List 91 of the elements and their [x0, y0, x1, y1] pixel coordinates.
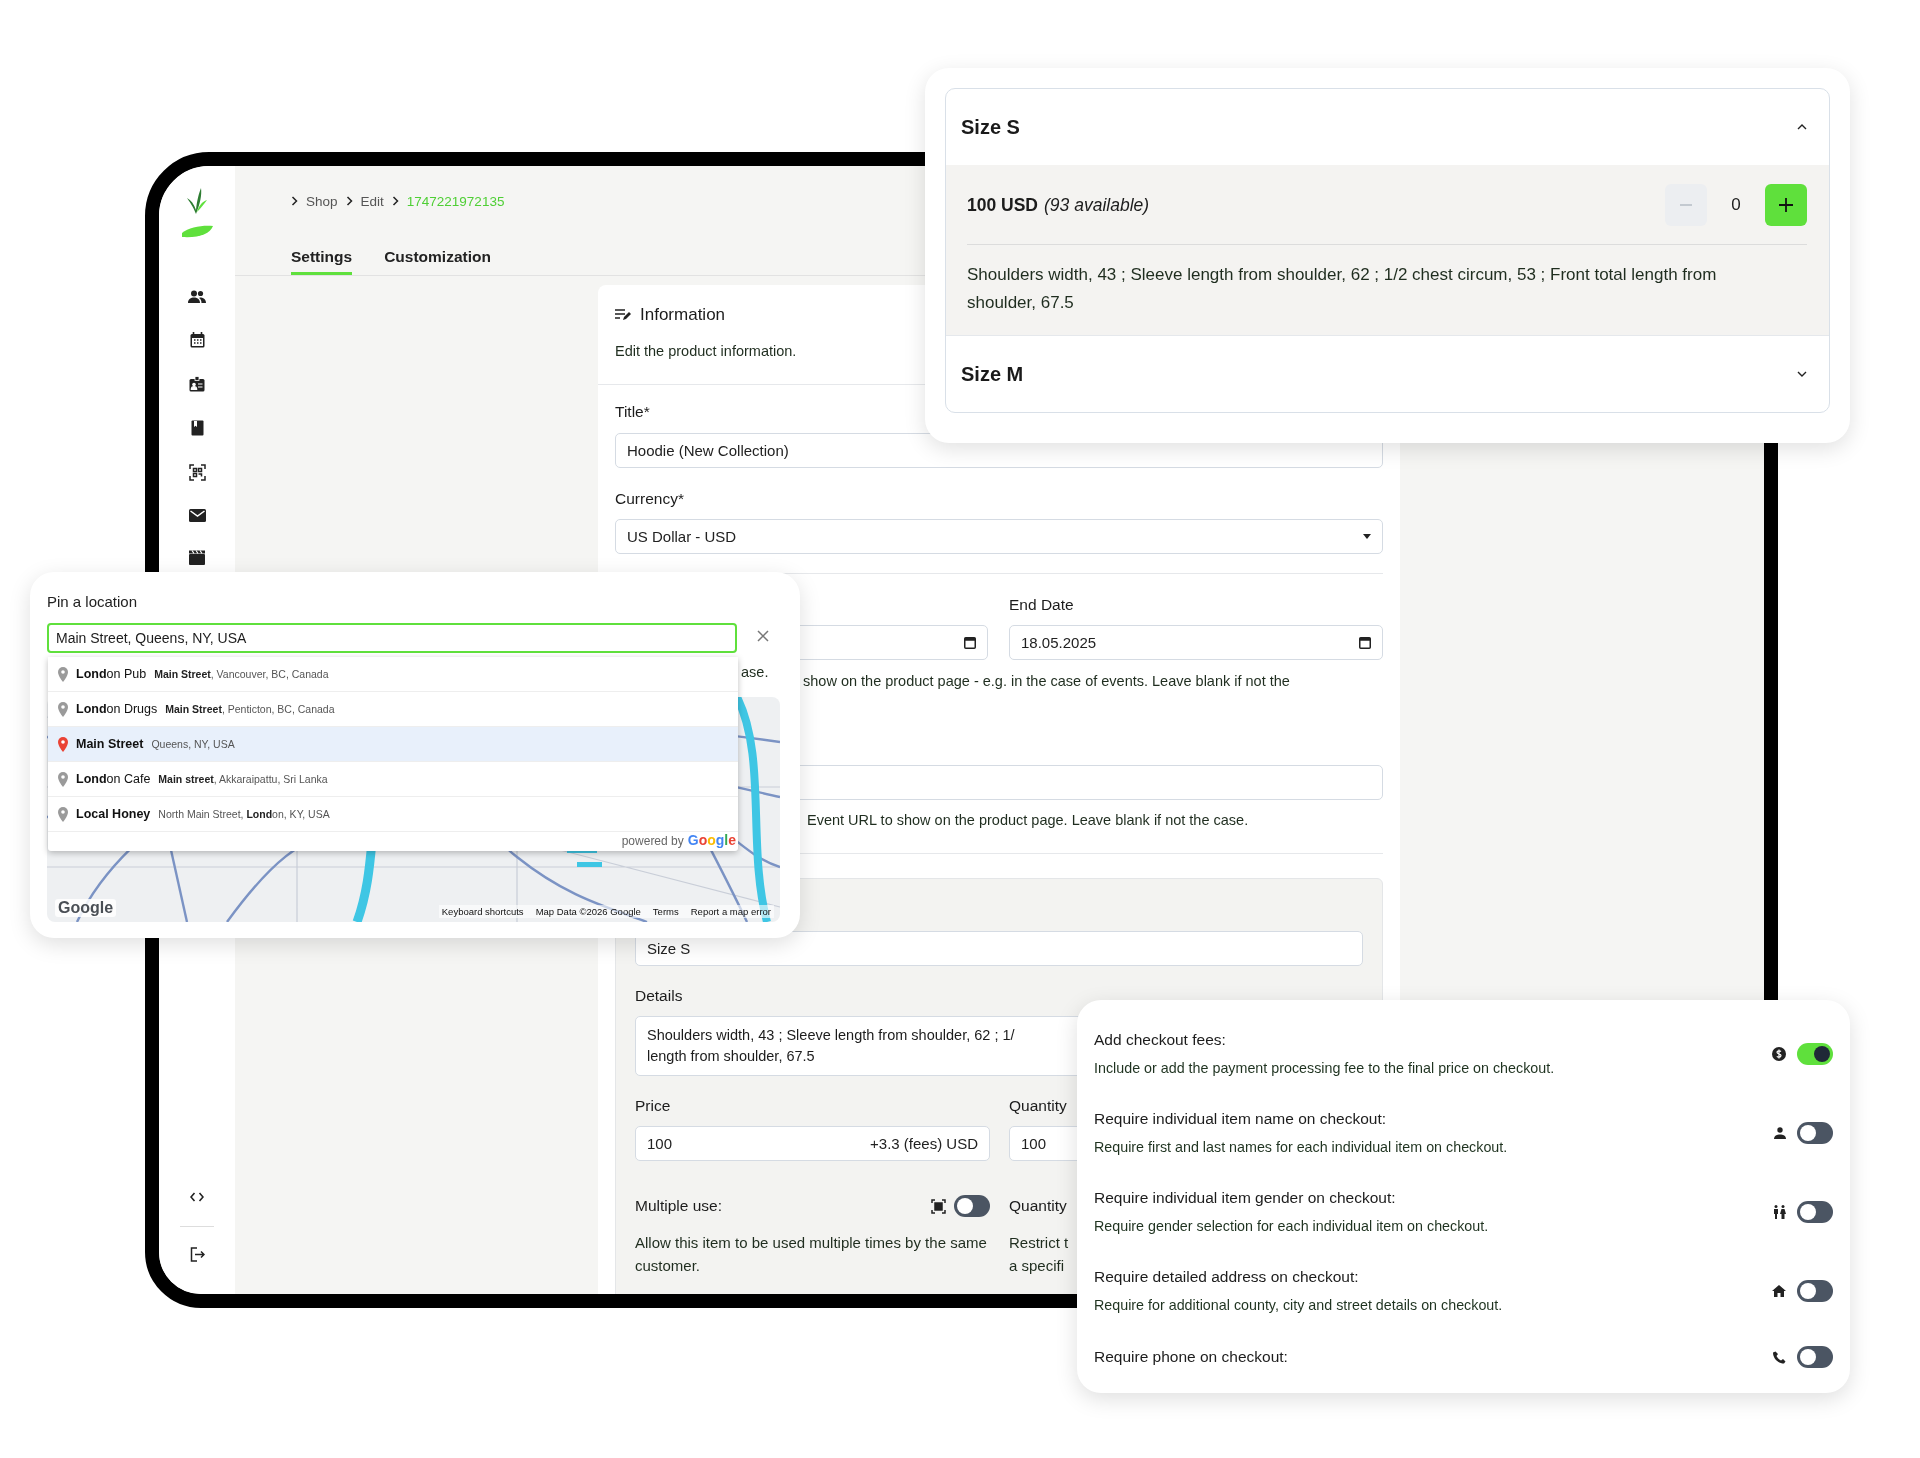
- calendar-icon[interactable]: [1359, 636, 1371, 649]
- quantity-value: 0: [1730, 195, 1742, 215]
- qr-scan-icon[interactable]: [188, 464, 206, 481]
- option-title: Require detailed address on checkout:: [1094, 1267, 1360, 1287]
- code-icon[interactable]: [190, 1192, 204, 1202]
- powered-by-text: powered by: [621, 834, 684, 848]
- tab[interactable]: Settings: [291, 236, 353, 275]
- id-badge-icon[interactable]: [189, 376, 205, 392]
- chevron-right-icon: [291, 196, 298, 206]
- minus-icon: [1680, 204, 1692, 206]
- section-description: Edit the product information.: [615, 342, 798, 361]
- phone-icon: [1773, 1350, 1786, 1364]
- caret-icon: [1363, 534, 1371, 539]
- people-icon[interactable]: [188, 290, 206, 304]
- map-footer-link[interactable]: Map Data ©2026 Google: [535, 906, 641, 917]
- map-pin-icon: [58, 736, 68, 752]
- clapperboard-icon[interactable]: [189, 550, 205, 565]
- size-details: Shoulders width, 43 ; Sleeve length from shoulder, 62 ; 1/2 chest circum, 53 ; Front total length from shoulder, 67.5: [967, 264, 1718, 314]
- option-title: Require individual item name on checkout:: [1094, 1109, 1388, 1129]
- help-text: ase.: [741, 664, 769, 680]
- price-text: 100 USD (93 available): [967, 194, 1151, 216]
- suggestion-item[interactable]: Local Honey North Main Street, London, KY, USA: [48, 797, 738, 832]
- mail-icon[interactable]: [188, 509, 206, 522]
- map-footer-link[interactable]: Report a map error: [690, 906, 771, 917]
- map-footer-link[interactable]: Terms: [652, 906, 679, 917]
- plus-icon: [1779, 198, 1793, 212]
- toggle-switch[interactable]: [1797, 1280, 1833, 1302]
- toggle-switch[interactable]: [1797, 1122, 1833, 1144]
- map-pin-icon: [58, 701, 68, 717]
- option-description: Require first and last names for each individual item on checkout.: [1094, 1138, 1509, 1157]
- leaf-logo-icon: [187, 188, 207, 215]
- dollar-coin-icon: [1772, 1047, 1786, 1061]
- man-woman-icon: [1773, 1205, 1786, 1219]
- section-title: Information: [640, 305, 726, 325]
- field-label: Price: [635, 1097, 671, 1115]
- calendar-icon[interactable]: [964, 636, 976, 649]
- map-logo: Google: [55, 899, 117, 917]
- toggle-switch[interactable]: [954, 1195, 990, 1217]
- increase-button[interactable]: [1765, 184, 1807, 226]
- home-icon: [1772, 1285, 1786, 1297]
- person-icon: [1774, 1127, 1786, 1139]
- help-text: a specifi: [1009, 1256, 1065, 1276]
- accordion-header[interactable]: Size M: [946, 335, 1829, 412]
- field-label: Quantity: [1009, 1197, 1067, 1215]
- date-input[interactable]: 18.05.2025: [1009, 625, 1383, 660]
- map-pin-icon: [58, 666, 68, 682]
- option-description: Require gender selection for each individual item on checkout.: [1094, 1217, 1490, 1236]
- accordion-header[interactable]: Size S: [946, 89, 1829, 165]
- scan-frame-icon: [931, 1198, 946, 1214]
- help-text: Event URL to show on the product page. Leave blank if not the case.: [807, 812, 1249, 828]
- currency-select[interactable]: US Dollar - USD: [615, 519, 1383, 554]
- help-text: Allow this item to be used multiple times by the same customer.: [635, 1233, 988, 1276]
- field-label: Title*: [615, 403, 651, 421]
- location-search-field[interactable]: Main Street, Queens, NY, USA: [47, 623, 737, 653]
- dialog-title: Pin a location: [47, 593, 138, 610]
- help-text: Restrict t: [1009, 1233, 1069, 1253]
- google-logo: Google: [687, 832, 736, 848]
- option-title: Add checkout fees:: [1094, 1030, 1227, 1050]
- breadcrumb-link[interactable]: Shop: [306, 193, 338, 209]
- suggestion-item[interactable]: London Cafe Main street, Akkaraipattu, Sri Lanka: [48, 762, 738, 797]
- breadcrumb-link[interactable]: Edit: [360, 193, 384, 209]
- field-label: Currency*: [615, 490, 685, 508]
- name-input[interactable]: Size S: [635, 931, 1363, 966]
- edit-list-icon: [615, 309, 631, 321]
- toggle-switch[interactable]: [1797, 1346, 1833, 1368]
- price-input[interactable]: 100 +3.3 (fees) USD: [635, 1126, 990, 1161]
- toggle-switch[interactable]: [1797, 1201, 1833, 1223]
- toggle-switch[interactable]: [1797, 1043, 1833, 1065]
- book-icon[interactable]: [190, 420, 204, 436]
- chevron-right-icon: [345, 196, 353, 206]
- help-text: show on the product page - e.g. in the case of events. Leave blank if not the: [803, 673, 1290, 689]
- tab[interactable]: Customization: [384, 236, 491, 275]
- option-title: Require phone on checkout:: [1094, 1347, 1289, 1367]
- breadcrumb-current: 1747221972135: [406, 193, 505, 209]
- chevron-right-icon: [391, 196, 399, 206]
- logout-icon[interactable]: [189, 1247, 205, 1262]
- option-title: Require individual item gender on checkout:: [1094, 1188, 1397, 1208]
- field-label: Quantity: [1009, 1097, 1067, 1115]
- field-label: End Date: [1009, 596, 1075, 614]
- calendar-icon[interactable]: [189, 332, 205, 348]
- option-description: Require for additional county, city and street details on checkout.: [1094, 1296, 1504, 1315]
- leaf-swoosh-icon: [181, 225, 213, 238]
- map-pin-icon: [58, 771, 68, 787]
- map-pin-icon: [58, 806, 68, 822]
- field-label: Multiple use:: [635, 1197, 722, 1215]
- suggestion-item[interactable]: Main Street Queens, NY, USA: [48, 727, 738, 762]
- suggestion-item[interactable]: London Pub Main Street, Vancouver, BC, Canada: [48, 657, 738, 692]
- price-suffix: +3.3 (fees) USD: [870, 1135, 978, 1152]
- field-label: Details: [635, 987, 684, 1005]
- map-footer-link[interactable]: Keyboard shortcuts: [441, 906, 524, 917]
- close-icon[interactable]: [757, 630, 769, 642]
